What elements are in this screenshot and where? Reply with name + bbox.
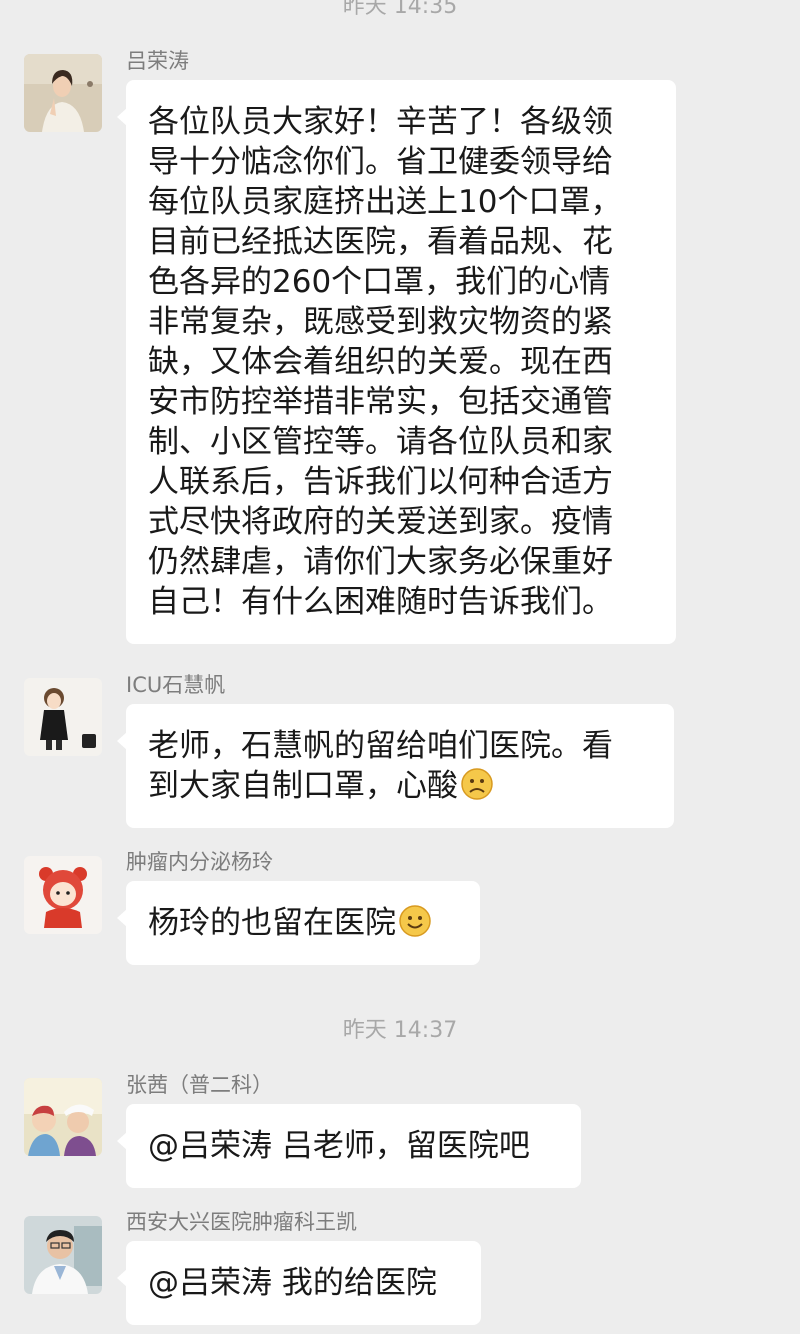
message-text-line: 安市防控举措非常实，包括交通管 <box>148 384 613 420</box>
sender-name: 西安大兴医院肿瘤科王凯 <box>126 1210 357 1234</box>
message-text-line: 仍然肆虐，请你们大家务必保重好 <box>148 544 613 580</box>
message-text-line: 到大家自制口罩，心酸 <box>148 766 652 806</box>
sender-name: ICU石慧帆 <box>126 673 226 697</box>
message-text-line: 制、小区管控等。请各位队员和家 <box>148 424 613 460</box>
message-bubble[interactable]: 杨玲的也留在医院 <box>117 881 480 965</box>
family-photo-avatar[interactable] <box>24 1078 102 1156</box>
message-text-line: 导十分惦念你们。省卫健委领导给 <box>148 144 613 180</box>
message-text-line: 每位队员家庭挤出送上10个口罩， <box>148 184 622 220</box>
portrait-woman-avatar[interactable] <box>24 54 102 132</box>
message-bubble[interactable]: 各位队员大家好！辛苦了！各级领 导十分惦念你们。省卫健委领导给 每位队员家庭挤出… <box>117 80 676 644</box>
message-text-line: @吕荣涛 吕老师，留医院吧 <box>148 1128 530 1164</box>
message-bubble[interactable]: @吕荣涛 我的给医院 <box>117 1241 481 1325</box>
message-text-line: 杨玲的也留在医院 <box>148 903 458 943</box>
timestamp-divider: 昨天 14:37 <box>342 1018 458 1043</box>
message-text-line: 缺，又体会着组织的关爱。现在西 <box>148 344 613 380</box>
message-text-line: 目前已经抵达医院，看着品规、花 <box>148 224 613 260</box>
message-text-line: 自己！有什么困难随时告诉我们。 <box>148 584 613 620</box>
message-bubble[interactable]: 老师，石慧帆的留给咱们医院。看 到大家自制口罩，心酸 <box>117 704 674 828</box>
message-text-line: 非常复杂，既感受到救灾物资的紧 <box>148 304 613 340</box>
message-text-line: @吕荣涛 我的给医院 <box>148 1265 437 1301</box>
message-bubble[interactable]: @吕荣涛 吕老师，留医院吧 <box>117 1104 581 1188</box>
message-text-line: 式尽快将政府的关爱送到家。疫情 <box>148 504 613 540</box>
sender-name: 张茜（普二科） <box>126 1073 273 1097</box>
timestamp-top: 昨天 14:35 <box>342 0 458 19</box>
smile-face-emoji <box>398 904 432 938</box>
message-text-line: 各位队员大家好！辛苦了！各级领 <box>148 104 613 140</box>
message-text-line: 老师，石慧帆的留给咱们医院。看 <box>148 728 613 764</box>
sender-name: 肿瘤内分泌杨玲 <box>126 850 273 874</box>
message-text: 到大家自制口罩，心酸 <box>148 768 458 804</box>
message-text: 杨玲的也留在医院 <box>148 905 396 941</box>
cartoon-tiger-avatar[interactable] <box>24 856 102 934</box>
doctor-photo-avatar[interactable] <box>24 1216 102 1294</box>
cartoon-girl-avatar[interactable] <box>24 678 102 756</box>
message-text-line: 人联系后，告诉我们以何种合适方 <box>148 464 613 500</box>
sad-face-emoji <box>460 767 494 801</box>
sender-name: 吕荣涛 <box>126 49 189 73</box>
message-text-line: 色各异的260个口罩，我们的心情 <box>148 264 611 300</box>
